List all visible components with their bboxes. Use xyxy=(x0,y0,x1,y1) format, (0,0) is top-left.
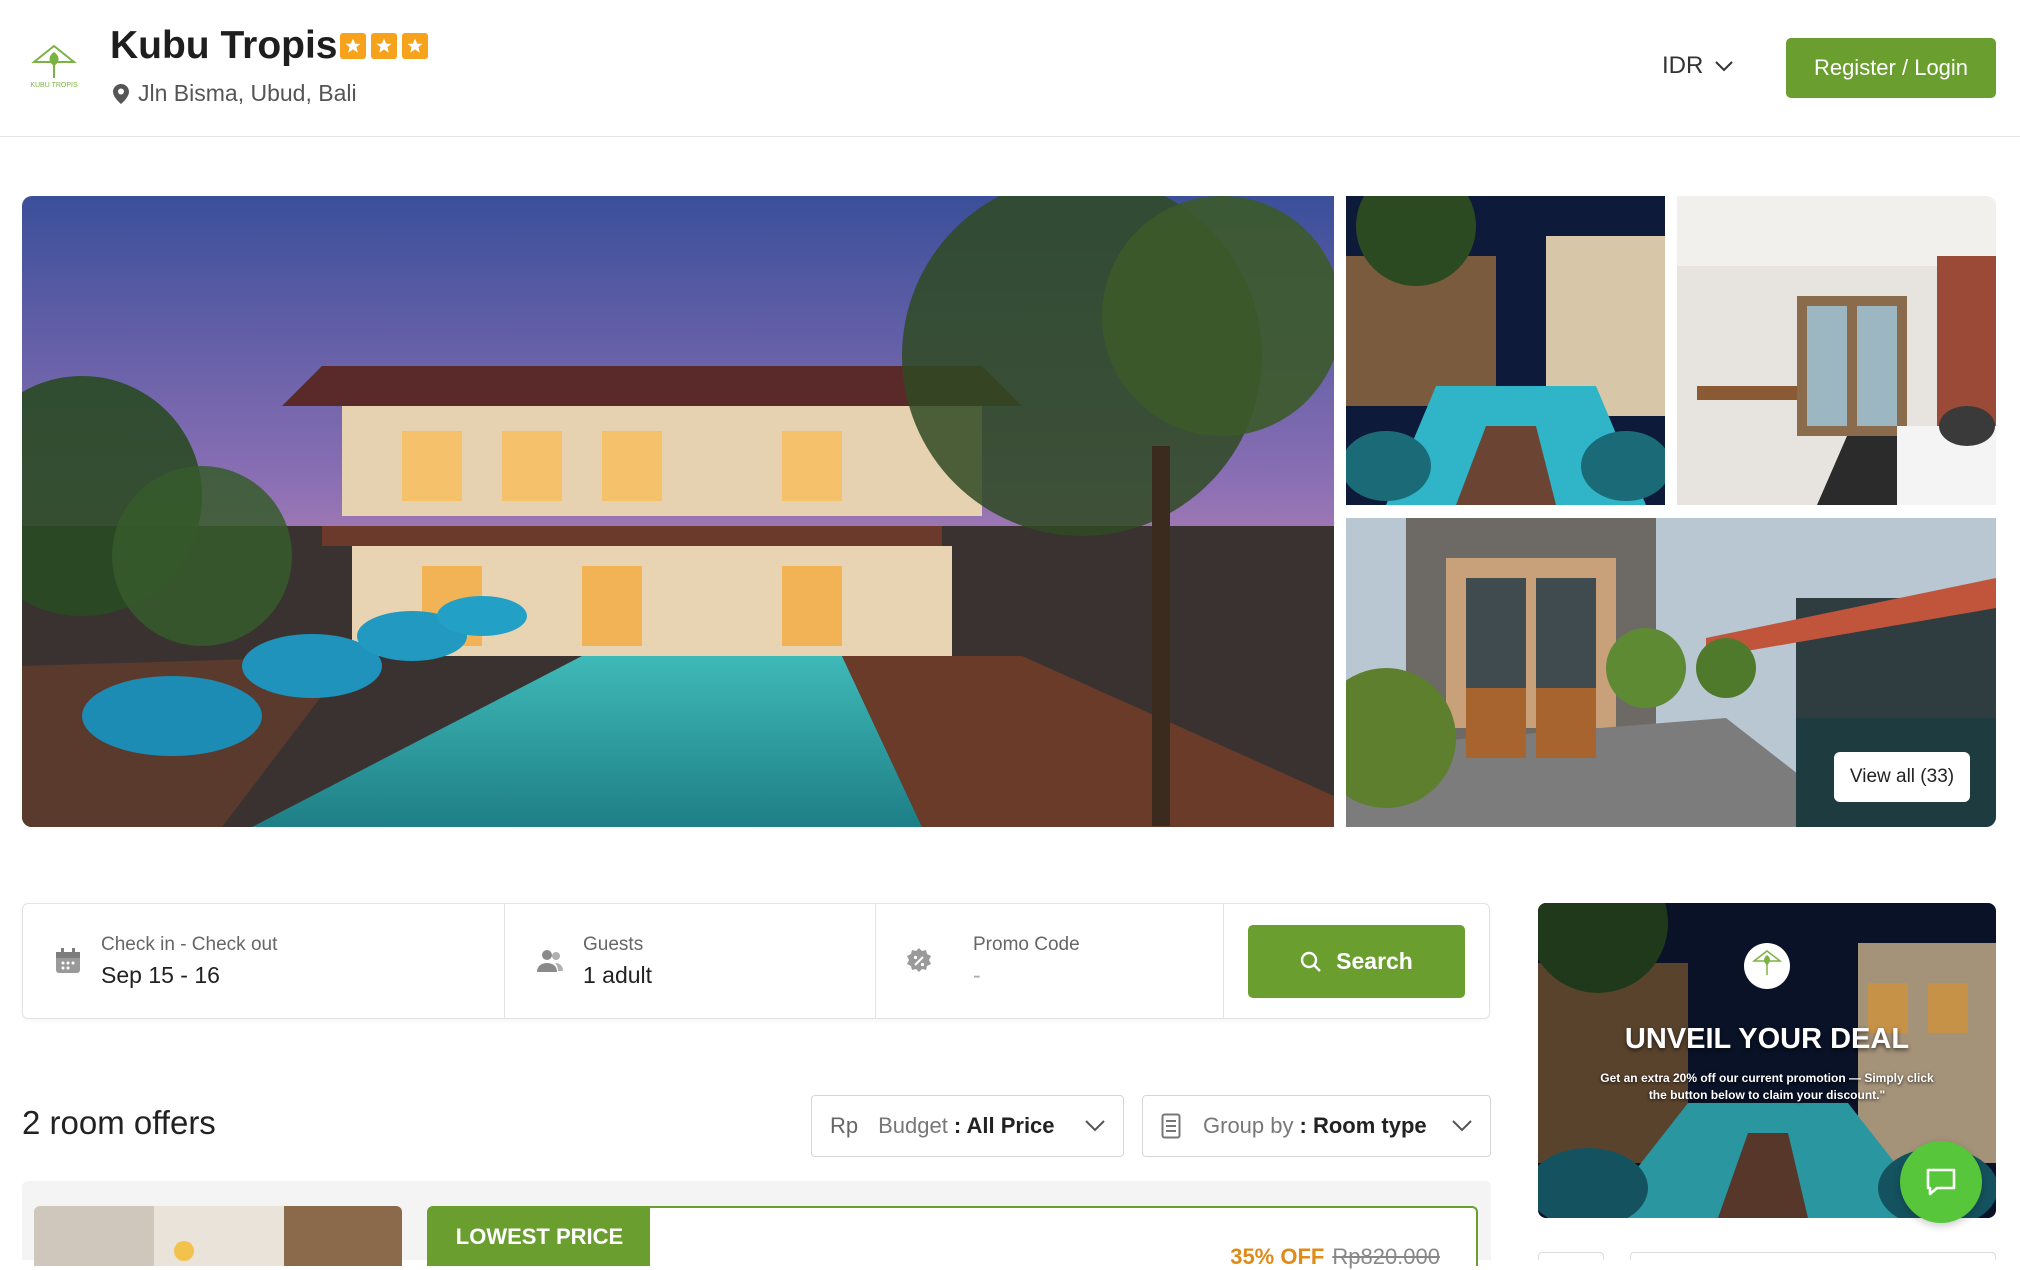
dates-label: Check in - Check out xyxy=(101,934,278,955)
guests-value: 1 adult xyxy=(583,962,653,988)
guests-label: Guests xyxy=(583,934,644,955)
group-by-label: Group by xyxy=(1203,1113,1294,1138)
hotel-address: Jln Bisma, Ubud, Bali xyxy=(112,80,357,107)
address-text: Jln Bisma, Ubud, Bali xyxy=(138,80,357,106)
calendar-icon xyxy=(56,948,80,973)
room-offers-title: 2 room offers xyxy=(22,1104,216,1141)
offer-card[interactable]: LOWEST PRICE 35% OFF Rp820.000 xyxy=(427,1206,1478,1269)
search-bar: Check in - Check out Sep 15 - 16 Guests … xyxy=(22,903,1490,1019)
promo-title: UNVEIL YOUR DEAL xyxy=(1624,1023,1910,1055)
discount-percent: 35% OFF xyxy=(1230,1244,1325,1269)
budget-label: Budget xyxy=(878,1113,948,1138)
tab-edge xyxy=(1630,1252,1996,1260)
guests-icon xyxy=(537,950,563,972)
search-button[interactable]: Search xyxy=(1248,925,1465,998)
chevron-down-icon xyxy=(1452,1120,1472,1132)
divider xyxy=(1223,904,1224,1018)
dates-value: Sep 15 - 16 xyxy=(101,962,220,988)
chat-button[interactable] xyxy=(1900,1141,1982,1223)
star-icon xyxy=(402,33,428,59)
hotel-name: Kubu Tropis xyxy=(110,24,338,67)
currency-prefix: Rp xyxy=(830,1113,859,1138)
currency-selector[interactable]: IDR xyxy=(1662,52,1734,80)
header: KUBU TROPIS Kubu Tropis Jln Bisma, Ubud,… xyxy=(0,0,2020,137)
date-range-field[interactable]: Check in - Check out Sep 15 - 16 xyxy=(23,904,504,1018)
search-button-label: Search xyxy=(1336,948,1413,974)
bedroom-photo[interactable] xyxy=(1677,196,1996,505)
guests-field[interactable]: Guests 1 adult xyxy=(505,904,875,1018)
chevron-down-icon xyxy=(1085,1120,1105,1132)
hotel-logo[interactable]: KUBU TROPIS xyxy=(26,40,82,96)
group-by-value: : Room type xyxy=(1299,1113,1427,1138)
promo-label: Promo Code xyxy=(973,934,1080,955)
original-price: Rp820.000 xyxy=(1332,1244,1440,1269)
promo-value: - xyxy=(973,962,981,988)
budget-value: : All Price xyxy=(953,1113,1055,1138)
discount-info: 35% OFF Rp820.000 xyxy=(1230,1244,1440,1270)
budget-filter[interactable]: Rp Budget : All Price xyxy=(811,1095,1124,1157)
location-pin-icon xyxy=(113,83,129,104)
list-icon xyxy=(1161,1113,1181,1139)
chat-icon xyxy=(1926,1168,1956,1196)
room-thumbnail[interactable] xyxy=(34,1206,402,1266)
promo-code-field[interactable]: Promo Code - xyxy=(876,904,1223,1018)
star-rating xyxy=(340,33,428,59)
pool-night-photo[interactable] xyxy=(1346,196,1665,505)
hotel-main-photo[interactable] xyxy=(22,196,1334,827)
search-icon xyxy=(1300,951,1321,972)
lowest-price-badge: LOWEST PRICE xyxy=(429,1208,650,1266)
promo-badge-icon xyxy=(907,948,931,972)
promo-logo xyxy=(1744,943,1790,989)
svg-text:KUBU TROPIS: KUBU TROPIS xyxy=(30,82,78,89)
view-all-photos-button[interactable]: View all (33) xyxy=(1834,752,1970,802)
register-login-button[interactable]: Register / Login xyxy=(1786,38,1996,98)
star-icon xyxy=(340,33,366,59)
chevron-down-icon xyxy=(1715,61,1734,72)
currency-label: IDR xyxy=(1662,52,1704,79)
group-by-filter[interactable]: Group by : Room type xyxy=(1142,1095,1491,1157)
star-icon xyxy=(371,33,397,59)
tab-edge xyxy=(1538,1252,1604,1260)
promo-text: Get an extra 20% off our current promoti… xyxy=(1600,1071,1934,1102)
